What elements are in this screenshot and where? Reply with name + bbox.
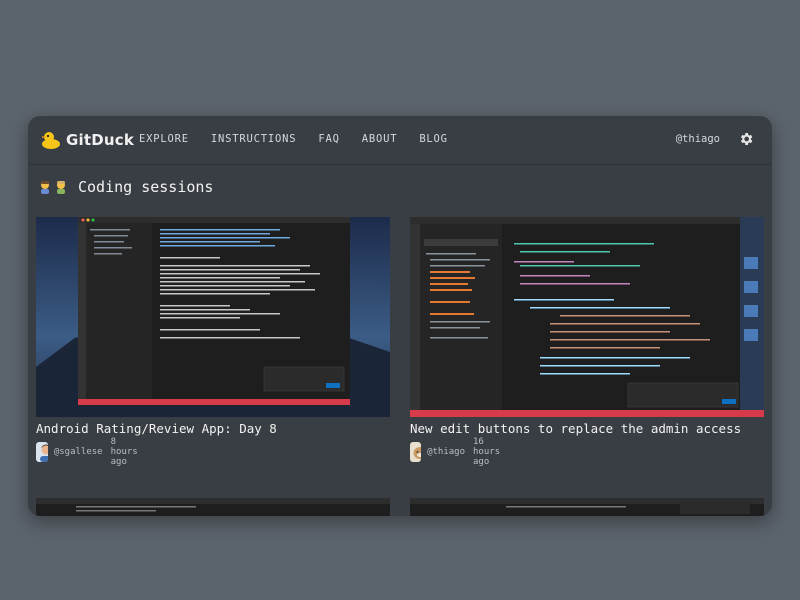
session-time: 16 hours ago bbox=[473, 437, 501, 467]
session-meta: @sgallese 8 hours ago bbox=[36, 437, 146, 467]
app-window: GitDuck EXPLORE INSTRUCTIONS FAQ ABOUT B… bbox=[28, 116, 772, 516]
nav-about[interactable]: ABOUT bbox=[362, 133, 398, 145]
gitduck-logo-icon bbox=[42, 132, 60, 149]
nav-faq[interactable]: FAQ bbox=[318, 133, 339, 145]
nav-blog[interactable]: BLOG bbox=[419, 133, 448, 145]
session-time: 8 hours ago bbox=[110, 437, 138, 467]
section-title: Coding sessions bbox=[78, 178, 214, 196]
people-emoji-icon bbox=[41, 181, 49, 194]
session-title[interactable]: Android Rating/Review App: Day 8 bbox=[36, 421, 277, 436]
avatar[interactable] bbox=[410, 442, 422, 462]
nav-instructions[interactable]: INSTRUCTIONS bbox=[211, 133, 296, 145]
brand-logo[interactable]: GitDuck bbox=[40, 129, 134, 151]
session-thumbnail-partial[interactable] bbox=[410, 498, 764, 516]
top-navbar: GitDuck EXPLORE INSTRUCTIONS FAQ ABOUT B… bbox=[28, 116, 772, 165]
main-nav: EXPLORE INSTRUCTIONS FAQ ABOUT BLOG bbox=[139, 133, 470, 145]
people-emoji-icon bbox=[57, 181, 65, 194]
section-header: Coding sessions bbox=[38, 178, 213, 196]
session-thumbnail[interactable] bbox=[36, 217, 390, 417]
nav-explore[interactable]: EXPLORE bbox=[139, 133, 189, 145]
session-thumbnail-partial[interactable] bbox=[36, 498, 390, 516]
session-meta: @thiago 16 hours ago bbox=[410, 437, 509, 467]
gear-icon[interactable] bbox=[738, 131, 754, 147]
author-handle[interactable]: @sgallese bbox=[54, 447, 103, 457]
session-thumbnail[interactable] bbox=[410, 217, 764, 417]
author-handle[interactable]: @thiago bbox=[427, 447, 465, 457]
session-title[interactable]: New edit buttons to replace the admin ac… bbox=[410, 421, 741, 436]
avatar[interactable] bbox=[36, 442, 48, 462]
brand-name: GitDuck bbox=[66, 131, 135, 149]
user-handle[interactable]: @thiago bbox=[676, 133, 720, 145]
